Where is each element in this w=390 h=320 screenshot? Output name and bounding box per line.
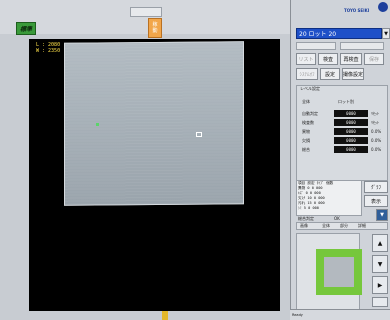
cell: 汚れ [298,201,306,205]
coord-w: W : 2350 [36,48,61,54]
cell: 15 [307,201,312,205]
radio-lot[interactable]: ロット別 [338,99,354,105]
param-label: 自動判定 [302,111,318,116]
defect-marker [96,123,99,126]
sample-image [64,41,244,206]
cell: 0 [311,186,314,190]
arrow-down-icon[interactable]: ▼ [376,209,388,221]
param-tag[interactable]: ﾘｾｯﾄ [371,111,379,117]
param-label: 検査数 [302,120,314,125]
param-value: 0000 [334,128,368,135]
cell: 0 [305,191,308,195]
settings-button[interactable]: 設定 [320,68,340,80]
status-bar: Ready [290,309,390,320]
summary-value: OK [334,216,340,221]
cell: 0 [309,191,313,195]
field-a[interactable] [296,42,336,50]
top-small-button[interactable] [130,7,162,17]
run-button[interactable]: 稼 動 [148,18,162,38]
tab-part[interactable]: 部分 [340,223,348,229]
param-value: 0000 [334,110,368,117]
arrow-up-icon[interactable]: ▲ [372,234,388,252]
scroll-handle[interactable] [162,311,168,320]
param-tag: 0.0% [371,147,382,152]
param-tag[interactable]: ﾘｾｯﾄ [371,120,379,126]
param-value: 0000 [334,119,368,126]
reinspect-button[interactable]: 再検査 [340,53,362,65]
arrow-right-icon[interactable]: ▶ [372,276,388,294]
field-b[interactable] [340,42,384,50]
table-row[interactable]: 異物 0 0 000 [298,186,323,190]
cell: ｷｽﾞ [298,191,304,195]
level-panel-header: レベル設定 [300,86,320,91]
defect-table-header: 項目 設定 ﾀｲﾌﾟ 個数 [298,181,333,185]
cell: 0 [313,201,317,205]
cell: ｼﾐ [298,206,302,210]
param-value: 0000 [334,137,368,144]
display-button[interactable]: 表示 [364,195,388,207]
page-button[interactable] [372,297,388,307]
cell: 欠け [298,196,306,200]
top-toolbar [0,0,290,34]
inspect-button[interactable]: 検査 [318,53,338,65]
mode-badge: 標準 [16,22,36,35]
th: 個数 [326,181,334,185]
param-value: 0000 [334,146,368,153]
run-button-line2: 動 [152,28,158,34]
cell: 000 [312,206,319,210]
list-button[interactable]: リスト [296,53,316,65]
table-row[interactable]: ｷｽﾞ 0 0 000 [298,191,321,195]
param-label: 異物 [302,129,310,134]
table-row[interactable]: ｼﾐ 5 0 000 [298,206,319,210]
radio-all[interactable]: 全体 [302,99,310,105]
cell: 0 [307,186,310,190]
arrow-down-icon[interactable]: ▼ [372,255,388,273]
param-tag: 0.0% [371,129,382,134]
cell: 異物 [298,186,306,190]
th: 項目 [298,181,306,185]
cell: 0 [313,196,317,200]
coordinate-readout: L : 2080 W : 2350 [36,42,60,54]
table-row[interactable]: 欠け 10 0 000 [298,196,325,200]
param-label: 欠損 [302,138,310,143]
cell: 000 [318,201,325,205]
table-row[interactable]: 汚れ 15 0 000 [298,201,325,205]
cell: 10 [307,196,312,200]
cell: 000 [316,186,323,190]
tab-all[interactable]: 全体 [322,223,330,229]
graph-button[interactable]: ｸﾞﾗﾌ [364,181,388,193]
chevron-down-icon[interactable]: ▼ [382,28,390,39]
save-button[interactable]: 保存 [364,53,384,65]
lot-select[interactable]: 20 ロット 20 [296,28,382,39]
roi-marker [196,132,202,137]
sample-texture [65,42,243,205]
capture-settings-button[interactable]: 撮像設定 [342,68,364,80]
brand-logo-icon [378,2,388,12]
th: ﾀｲﾌﾟ [316,181,324,185]
cell: 5 [303,206,306,210]
tab-image[interactable]: 画像 [300,223,308,229]
param-label: 総合 [302,147,310,152]
th: 設定 [307,181,315,185]
param-tag: 0.0% [371,138,382,143]
cell: 000 [318,196,325,200]
cell: 0 [308,206,311,210]
tab-detail[interactable]: 詳細 [358,223,366,229]
brand-name: TOYO SEIKI [344,8,370,13]
cell: 000 [314,191,321,195]
system-off-button[interactable]: ｼｽﾃﾑｵﾌ [296,68,318,80]
thumbnail-image [324,257,354,287]
